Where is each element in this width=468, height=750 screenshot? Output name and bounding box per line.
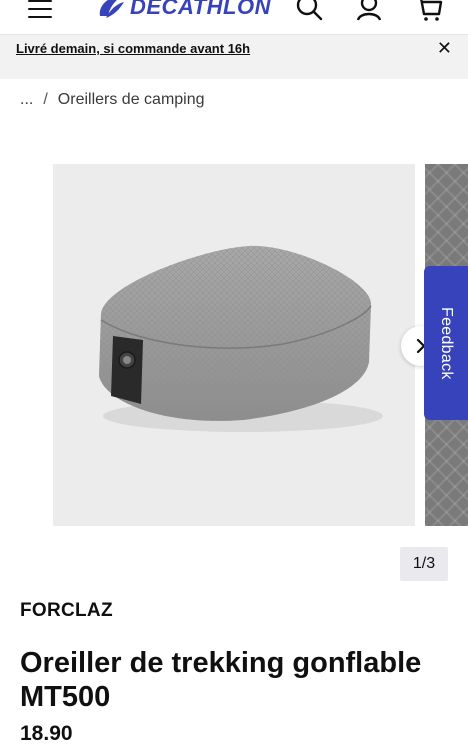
pillow-image	[99, 245, 383, 432]
top-header: DECATHLON	[0, 0, 468, 34]
breadcrumb: ... / Oreillers de camping	[20, 91, 205, 109]
product-price: 18.90	[20, 722, 73, 745]
product-image[interactable]	[53, 164, 415, 526]
breadcrumb-separator: /	[43, 91, 48, 108]
breadcrumb-ellipsis[interactable]: ...	[20, 91, 33, 109]
product-title: Oreiller de trekking gonflable MT500	[20, 647, 422, 713]
logo-mark-icon	[99, 0, 124, 18]
feedback-button[interactable]: Feedback	[424, 266, 468, 420]
image-counter: 1/3	[400, 547, 448, 581]
close-icon[interactable]: ✕	[437, 38, 452, 58]
search-icon[interactable]	[294, 0, 324, 22]
product-brand[interactable]: FORCLAZ	[20, 600, 113, 622]
cart-icon[interactable]	[414, 0, 444, 22]
delivery-banner: Livré demain, si commande avant 16h ✕	[0, 34, 468, 79]
feedback-label: Feedback	[438, 306, 455, 380]
logo-text: DECATHLON	[130, 0, 271, 19]
menu-icon[interactable]	[28, 0, 52, 20]
account-icon[interactable]	[354, 0, 384, 22]
delivery-banner-text[interactable]: Livré demain, si commande avant 16h	[16, 41, 250, 56]
breadcrumb-current[interactable]: Oreillers de camping	[58, 91, 205, 109]
decathlon-logo[interactable]: DECATHLON	[96, 0, 271, 20]
